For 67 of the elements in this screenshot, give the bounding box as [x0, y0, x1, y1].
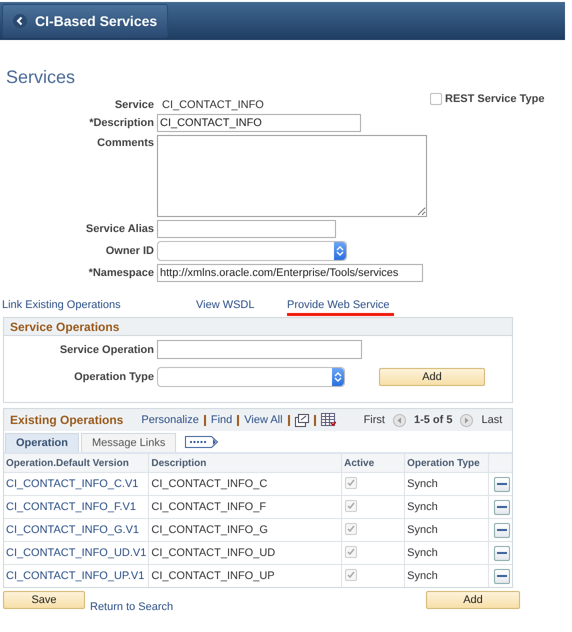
- field-label: *Description: [88, 117, 154, 129]
- page-title: Services: [6, 67, 76, 89]
- page-range: 1-5 of 5: [414, 414, 452, 426]
- field-label: Service Operation: [58, 344, 154, 356]
- text-field[interactable]: [157, 340, 362, 359]
- section-title: Service Operations: [10, 320, 120, 334]
- column-header: Operation.Default Version: [4, 454, 149, 472]
- checkbox[interactable]: [430, 93, 442, 105]
- table-cell: CI_CONTACT_INFO_C: [151, 478, 268, 490]
- column-header: Description: [148, 454, 342, 472]
- tab[interactable]: Message Links: [80, 433, 176, 452]
- text-field[interactable]: CI_CONTACT_INFO: [157, 114, 361, 132]
- add-button[interactable]: Add: [379, 368, 485, 386]
- field-label: Service: [114, 99, 154, 111]
- minus-icon: [497, 552, 507, 554]
- grid-link[interactable]: Personalize: [141, 414, 199, 426]
- comments-field[interactable]: [157, 135, 427, 217]
- grid-link[interactable]: View All: [244, 414, 283, 426]
- field-label: *Namespace: [88, 267, 154, 279]
- link[interactable]: View WSDL: [196, 299, 254, 316]
- link[interactable]: Link Existing Operations: [2, 299, 121, 316]
- delete-row-button[interactable]: [494, 476, 510, 492]
- checkbox-label: REST Service Type: [445, 93, 544, 105]
- table-cell: Synch: [407, 547, 438, 559]
- column-header: Active: [342, 454, 405, 472]
- dropdown-field[interactable]: [157, 241, 347, 261]
- field-label: Service Alias: [84, 223, 154, 235]
- table-cell: Synch: [407, 501, 438, 513]
- delete-row-button[interactable]: [494, 568, 510, 584]
- grid-link[interactable]: Find: [210, 414, 232, 426]
- dropdown-field[interactable]: [157, 367, 345, 387]
- field-label: Operation Type: [73, 371, 154, 383]
- save-button[interactable]: Save: [3, 591, 85, 609]
- minus-icon: [497, 575, 507, 577]
- section-title: Existing Operations: [10, 413, 124, 427]
- table-cell: CI_CONTACT_INFO_F: [151, 501, 266, 513]
- new-window-icon[interactable]: [294, 414, 309, 426]
- column-header: Operation Type: [404, 454, 488, 472]
- minus-icon: [497, 506, 507, 508]
- minus-icon: [497, 483, 507, 485]
- minus-icon: [497, 529, 507, 531]
- table-cell: Synch: [407, 570, 438, 582]
- last-link[interactable]: Last: [481, 414, 502, 426]
- table-cell: Synch: [407, 524, 438, 536]
- text-field[interactable]: http://xmlns.oracle.com/Enterprise/Tools/services: [157, 264, 423, 282]
- chevron-icon: [336, 245, 344, 257]
- back-button[interactable]: CI-Based Services: [2, 4, 168, 38]
- operation-link[interactable]: CI_CONTACT_INFO_UP.V1: [6, 570, 144, 582]
- tab[interactable]: Operation: [5, 433, 79, 452]
- chevron-icon: [334, 371, 342, 383]
- add-button[interactable]: Add: [426, 591, 520, 609]
- delete-row-button[interactable]: [494, 522, 510, 538]
- field-label: Comments: [96, 136, 154, 149]
- delete-row-button[interactable]: [494, 500, 510, 514]
- table-cell: CI_CONTACT_INFO_G: [151, 524, 268, 536]
- return-to-search-link[interactable]: Return to Search: [90, 601, 426, 613]
- field-value: CI_CONTACT_INFO: [161, 99, 264, 111]
- text-field[interactable]: [157, 220, 336, 238]
- delete-row-button[interactable]: [494, 546, 510, 560]
- table-cell: CI_CONTACT_INFO_UD: [151, 547, 276, 559]
- back-icon: [13, 14, 27, 28]
- table-cell: Synch: [407, 478, 438, 490]
- spreadsheet-icon[interactable]: [320, 413, 336, 427]
- show-all-columns-icon[interactable]: [184, 434, 220, 450]
- table-cell: CI_CONTACT_INFO_UP: [151, 570, 275, 582]
- first-link[interactable]: First: [364, 414, 385, 426]
- field-label: Owner ID: [104, 245, 154, 257]
